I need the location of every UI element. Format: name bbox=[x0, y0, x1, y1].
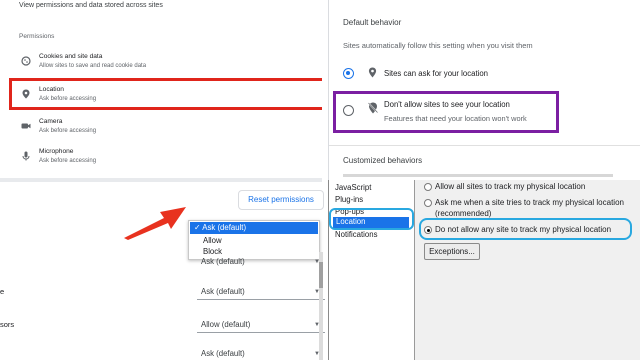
content-type-list[interactable]: JavaScript Plug-ins Pop-ups Location Not… bbox=[329, 180, 415, 360]
site-settings-panel: View permissions and data stored across … bbox=[0, 0, 322, 182]
dropdown-selected-label: Ask (default) bbox=[202, 223, 247, 232]
ask-me-radio[interactable] bbox=[424, 199, 432, 207]
list-item-javascript[interactable]: JavaScript bbox=[335, 183, 371, 192]
select-value: Ask (default) bbox=[201, 349, 245, 358]
select-value: Ask (default) bbox=[201, 287, 245, 296]
allow-all-label: Allow all sites to track my physical loc… bbox=[435, 182, 586, 191]
permission-row-cookies[interactable]: Cookies and site data Allow sites to sav… bbox=[12, 47, 312, 79]
row-label-fragment: e bbox=[0, 287, 5, 296]
permission-row-camera[interactable]: Camera Ask before accessing bbox=[12, 112, 312, 144]
default-behavior-heading: Default behavior bbox=[343, 18, 402, 27]
permission-subtitle: Allow sites to save and read cookie data bbox=[39, 63, 147, 69]
scrollbar[interactable] bbox=[318, 252, 324, 360]
select-underline bbox=[197, 299, 325, 300]
ask-me-recommended: (recommended) bbox=[435, 209, 492, 218]
default-behavior-panel: Default behavior Sites automatically fol… bbox=[328, 0, 640, 180]
permission-select[interactable]: Ask (default) ▼ bbox=[197, 284, 322, 300]
section-separator bbox=[329, 145, 640, 146]
block-option-highlight bbox=[333, 91, 559, 133]
reset-permissions-button[interactable]: Reset permissions bbox=[238, 190, 324, 210]
view-permissions-text[interactable]: View permissions and data stored across … bbox=[19, 2, 163, 9]
select-value: Ask (default) bbox=[201, 257, 245, 266]
allow-ask-radio[interactable] bbox=[343, 68, 354, 79]
customized-behaviors-heading: Customized behaviors bbox=[343, 156, 423, 165]
select-value: Allow (default) bbox=[201, 320, 251, 329]
allow-all-radio[interactable] bbox=[424, 183, 432, 191]
ask-me-label: Ask me when a site tries to track my phy… bbox=[435, 198, 624, 207]
cookie-icon bbox=[21, 56, 31, 66]
permission-select[interactable]: Ask (default) ▼ bbox=[197, 346, 322, 360]
privacy-options-panel: JavaScript Plug-ins Pop-ups Location Not… bbox=[328, 180, 640, 360]
location-row-highlight bbox=[9, 78, 322, 110]
list-item-notifications[interactable]: Notifications bbox=[335, 230, 377, 239]
permission-row-microphone[interactable]: Microphone Ask before accessing bbox=[12, 142, 312, 174]
permission-title: Cookies and site data bbox=[39, 53, 103, 60]
list-item-plugins[interactable]: Plug-ins bbox=[335, 195, 363, 204]
camera-icon bbox=[21, 121, 31, 131]
row-label-sensors: sors bbox=[0, 320, 15, 329]
location-list-highlight bbox=[329, 208, 414, 230]
exceptions-button[interactable]: Exceptions... bbox=[424, 243, 480, 260]
permission-title: Camera bbox=[39, 118, 63, 125]
permissions-section-label: Permissions bbox=[19, 33, 55, 40]
default-behavior-description: Sites automatically follow this setting … bbox=[343, 41, 533, 50]
deny-option-highlight bbox=[419, 218, 632, 240]
dropdown-option-selected[interactable]: ✓ Ask (default) bbox=[190, 222, 318, 234]
permission-subtitle: Ask before accessing bbox=[39, 128, 97, 134]
permission-select[interactable]: Ask (default) ▼ bbox=[197, 254, 322, 270]
permission-title: Microphone bbox=[39, 148, 74, 155]
annotation-arrow-icon bbox=[124, 207, 186, 240]
select-underline bbox=[197, 332, 325, 333]
dropdown-option-allow[interactable]: Allow bbox=[203, 236, 222, 245]
location-pin-icon bbox=[368, 67, 377, 80]
allow-ask-label: Sites can ask for your location bbox=[384, 69, 489, 78]
cut-off-text bbox=[343, 174, 613, 177]
microphone-icon bbox=[21, 151, 31, 161]
permission-subtitle: Ask before accessing bbox=[39, 158, 97, 164]
permission-select[interactable]: Allow (default) ▼ bbox=[197, 317, 322, 333]
